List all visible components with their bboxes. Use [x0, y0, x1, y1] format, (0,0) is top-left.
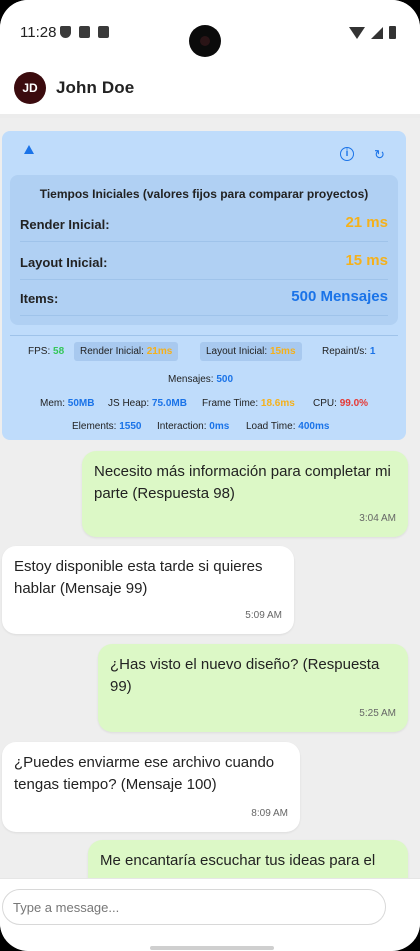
status-bar: 11:28 [0, 0, 420, 62]
composer-bar [0, 878, 420, 939]
status-system-icons [349, 26, 396, 39]
shield-icon [60, 26, 71, 38]
metric-interaction: Interaction: 0ms [157, 421, 230, 432]
message-time: 5:09 AM [245, 610, 282, 621]
initial-row-render: Render Inicial: 21 ms [20, 205, 388, 242]
metric-load-time: Load Time: 400ms [246, 421, 330, 432]
initial-times-box: Tiempos Iniciales (valores fijos para co… [10, 175, 398, 325]
metric-fps: FPS: 58 [28, 346, 65, 357]
metric-elements: Elements: 1550 [72, 421, 142, 432]
message-time: 8:09 AM [251, 808, 288, 819]
message-bubble-sent[interactable]: Me encantaría escuchar tus ideas para el [88, 840, 408, 878]
phone-screen: 11:28 JD John Doe i ↻ Tiempos Iniciales … [0, 0, 420, 951]
status-time: 11:28 [20, 24, 57, 41]
metric-mensajes: Mensajes: 500 [168, 374, 234, 385]
message-input[interactable] [2, 889, 386, 925]
metric-repaint: Repaint/s: 1 [322, 346, 376, 357]
row-value: 21 ms [345, 214, 388, 231]
triangle-up-icon[interactable] [24, 145, 34, 154]
signal-icon [371, 26, 383, 39]
row-value: 15 ms [345, 252, 388, 269]
message-text: Me encantaría escuchar tus ideas para el [100, 852, 376, 869]
performance-panel: i ↻ Tiempos Iniciales (valores fijos par… [2, 131, 406, 440]
row-value: 500 Mensajes [291, 288, 388, 305]
message-bubble-sent[interactable]: Necesito más información para completar … [82, 451, 408, 537]
font-icon [98, 26, 109, 38]
info-icon[interactable]: i [340, 147, 354, 161]
row-label: Layout Inicial: [20, 255, 108, 270]
camera-cutout [189, 25, 221, 57]
metric-frame-time: Frame Time: 18.6ms [202, 398, 295, 409]
divider [10, 335, 398, 336]
row-label: Items: [20, 291, 59, 306]
battery-icon [389, 26, 396, 39]
message-list[interactable]: i ↻ Tiempos Iniciales (valores fijos par… [0, 118, 420, 878]
initial-row-items: Items: 500 Mensajes [20, 279, 388, 316]
refresh-icon[interactable]: ↻ [374, 147, 385, 163]
message-text: Estoy disponible esta tarde si quieres h… [14, 558, 263, 597]
message-time: 5:25 AM [359, 708, 396, 719]
avatar[interactable]: JD [14, 72, 46, 104]
message-time: 3:04 AM [359, 513, 396, 524]
message-text: ¿Has visto el nuevo diseño? (Respuesta 9… [110, 656, 380, 695]
home-indicator[interactable] [150, 946, 274, 950]
row-label: Render Inicial: [20, 217, 110, 232]
message-text: Necesito más información para completar … [94, 463, 391, 502]
message-text: ¿Puedes enviarme ese archivo cuando teng… [14, 754, 275, 793]
message-bubble-received[interactable]: Estoy disponible esta tarde si quieres h… [2, 546, 294, 634]
message-bubble-received[interactable]: ¿Puedes enviarme ese archivo cuando teng… [2, 742, 300, 832]
chat-header: JD John Doe [0, 62, 420, 118]
sim-card-icon [79, 26, 90, 38]
wifi-icon [349, 26, 365, 39]
status-notification-icons [60, 26, 109, 38]
initial-times-title: Tiempos Iniciales (valores fijos para co… [39, 187, 369, 201]
metric-js-heap: JS Heap: 75.0MB [108, 398, 187, 409]
metric-cpu: CPU: 99.0% [313, 398, 369, 409]
contact-name[interactable]: John Doe [56, 78, 134, 98]
initial-row-layout: Layout Inicial: 15 ms [20, 243, 388, 280]
message-bubble-sent[interactable]: ¿Has visto el nuevo diseño? (Respuesta 9… [98, 644, 408, 732]
metric-mem: Mem: 50MB [40, 398, 95, 409]
metric-layout-chip: Layout Inicial: 15ms [200, 342, 302, 361]
metric-render-chip: Render Inicial: 21ms [74, 342, 179, 361]
